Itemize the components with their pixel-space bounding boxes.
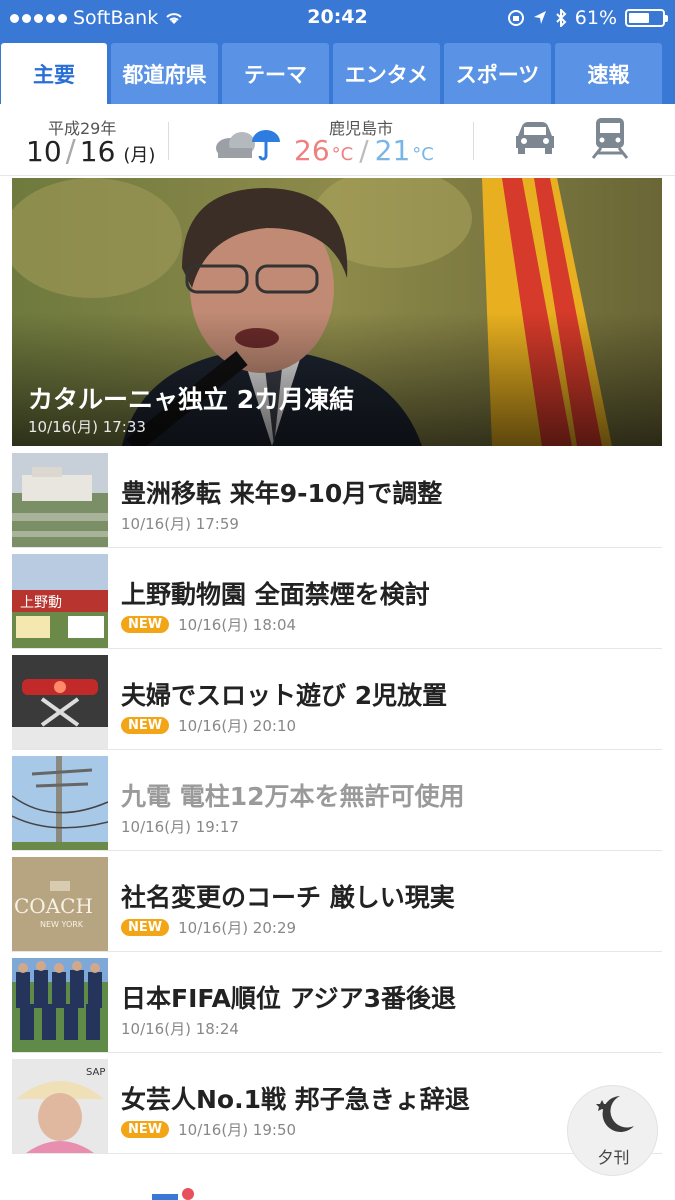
news-thumbnail: SAP [12,1059,108,1153]
temperature: 26 °C / 21 °C [294,134,434,167]
new-badge: NEW [121,616,170,633]
date-display: 10 / 16 (月) [26,134,156,169]
status-bar: SoftBank 20:42 61% [0,0,675,36]
news-item[interactable]: 豊洲移転 来年9-10月で調整 10/16(月) 17:59 [12,447,662,548]
news-thumbnail [12,655,108,749]
tab-breaking[interactable]: 速報 [555,43,662,104]
news-meta: NEW 10/16(月) 18:04 [121,614,296,635]
battery-icon [625,9,668,27]
news-thumbnail [12,453,108,547]
tab-sports[interactable]: スポーツ [444,43,551,104]
tab-entertainment[interactable]: エンタメ [333,43,440,104]
tab-prefectures[interactable]: 都道府県 [111,43,218,104]
news-title: 豊洲移転 来年9-10月で調整 [121,479,443,508]
category-tabs: 主要 都道府県 テーマ エンタメ スポーツ 速報 [0,36,675,104]
news-title: 夫婦でスロット遊び 2児放置 [121,681,448,710]
news-title: 九電 電柱12万本を無許可使用 [121,782,465,811]
news-timestamp: 10/16(月) 20:29 [178,919,297,937]
svg-text:SAP: SAP [86,1067,105,1078]
divider [473,122,474,160]
news-timestamp: 10/16(月) 19:17 [121,818,239,836]
news-title: 上野動物園 全面禁煙を検討 [121,580,430,609]
svg-text:COACH: COACH [14,894,93,918]
news-item[interactable]: COACH NEW YORK 社名変更のコーチ 厳しい現実 NEW 10/16(… [12,851,662,952]
hero-article[interactable]: カタルーニャ独立 2カ月凍結 10/16(月) 17:33 [12,178,662,446]
bottom-nav [0,1186,675,1200]
location-icon [533,11,546,24]
news-item[interactable]: 上野動 上野動物園 全面禁煙を検討 NEW 10/16(月) 18:04 [12,548,662,649]
battery-percent: 61% [574,7,617,29]
news-timestamp: 10/16(月) 19:50 [178,1121,297,1139]
hero-title: カタルーニャ独立 2カ月凍結 [28,385,355,414]
evening-edition-button[interactable]: 夕刊 [567,1085,658,1176]
news-title: 女芸人No.1戦 邦子急きょ辞退 [121,1085,470,1114]
bluetooth-icon [556,9,567,27]
divider [168,122,169,160]
signal-icon [10,13,67,23]
new-badge: NEW [121,1121,170,1138]
news-thumbnail [12,756,108,850]
evening-edition-label: 夕刊 [597,1148,630,1167]
news-meta: NEW 10/16(月) 20:10 [121,715,296,736]
news-meta: NEW 10/16(月) 20:29 [121,917,296,938]
news-item[interactable]: 九電 電柱12万本を無許可使用 10/16(月) 19:17 [12,750,662,851]
news-item[interactable]: 日本FIFA順位 アジア3番後退 10/16(月) 18:24 [12,952,662,1053]
news-meta: 10/16(月) 19:17 [121,816,239,837]
svg-text:NEW YORK: NEW YORK [40,920,84,929]
news-meta: 10/16(月) 18:24 [121,1018,239,1039]
train-icon[interactable] [589,116,631,160]
car-icon[interactable] [514,120,556,156]
tab-main[interactable]: 主要 [1,43,107,104]
news-meta: 10/16(月) 17:59 [121,513,239,534]
svg-text:上野動: 上野動 [20,595,62,611]
news-thumbnail: COACH NEW YORK [12,857,108,951]
news-timestamp: 10/16(月) 17:59 [121,515,239,533]
cloudy-rain-icon[interactable] [210,122,284,164]
notification-dot [182,1188,194,1200]
status-right: 61% [507,0,668,36]
rotation-lock-icon [507,10,524,26]
news-title: 社名変更のコーチ 厳しい現実 [121,883,455,912]
news-meta: NEW 10/16(月) 19:50 [121,1119,296,1140]
news-item[interactable]: SAP 女芸人No.1戦 邦子急きょ辞退 NEW 10/16(月) 19:50 [12,1053,662,1154]
wifi-icon [166,13,182,24]
new-badge: NEW [121,919,170,936]
hero-timestamp: 10/16(月) 17:33 [28,418,146,436]
news-thumbnail: 上野動 [12,554,108,648]
news-title: 日本FIFA順位 アジア3番後退 [121,984,457,1013]
news-item[interactable]: 夫婦でスロット遊び 2児放置 NEW 10/16(月) 20:10 [12,649,662,750]
new-badge: NEW [121,717,170,734]
news-timestamp: 10/16(月) 20:10 [178,717,297,735]
tab-theme[interactable]: テーマ [222,43,329,104]
moon-icon [596,1096,634,1132]
bottom-nav-icon[interactable] [152,1194,178,1200]
info-bar: 平成29年 10 / 16 (月) 鹿児島市 26 °C / 21 °C [0,104,675,176]
carrier-label: SoftBank [73,7,159,29]
news-timestamp: 10/16(月) 18:04 [178,616,297,634]
news-thumbnail [12,958,108,1052]
status-left: SoftBank [10,0,184,36]
news-timestamp: 10/16(月) 18:24 [121,1020,239,1038]
